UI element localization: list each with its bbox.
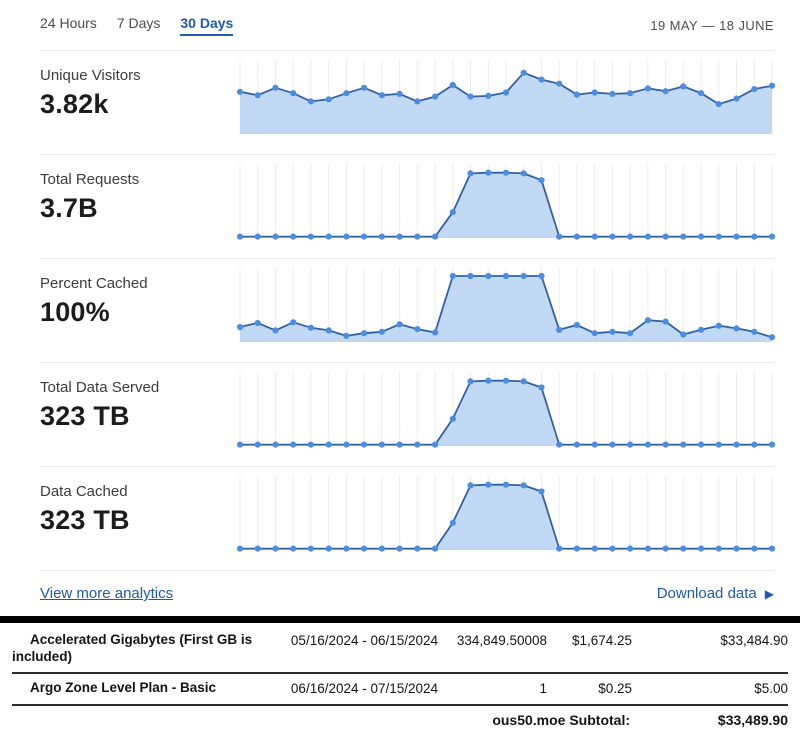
amount-cell: $5.00 [632, 680, 788, 698]
metric-row-unique-visitors: Unique Visitors 3.82k [40, 50, 774, 154]
analytics-panel: 24 Hours 7 Days 30 Days 19 MAY — 18 JUNE… [0, 0, 800, 616]
rate-cell: $1,674.25 [547, 632, 632, 650]
subtotal-label: ous50.moe Subtotal: [492, 712, 630, 728]
item-cell: Accelerated Gigabytes (First GB is inclu… [12, 632, 277, 666]
metric-value: 323 TB [40, 505, 236, 536]
tab-30-days[interactable]: 30 Days [180, 15, 233, 36]
download-data-label: Download data [657, 585, 757, 602]
metric-value: 323 TB [40, 401, 236, 432]
metric-row-data-cached: Data Cached 323 TB [40, 466, 774, 570]
metric-row-total-requests: Total Requests 3.7B [40, 154, 774, 258]
rate-cell: $0.25 [547, 680, 632, 698]
amount-cell: $33,484.90 [632, 632, 788, 650]
table-row: Argo Zone Level Plan - Basic 06/16/2024 … [12, 674, 788, 706]
metric-info: Data Cached 323 TB [40, 467, 236, 570]
subtotal-amount: $33,489.90 [630, 712, 788, 728]
tab-7-days[interactable]: 7 Days [117, 15, 161, 36]
metric-value: 100% [40, 297, 236, 328]
table-row: Accelerated Gigabytes (First GB is inclu… [12, 625, 788, 674]
time-range-header: 24 Hours 7 Days 30 Days 19 MAY — 18 JUNE [40, 0, 774, 50]
metric-value: 3.82k [40, 89, 236, 120]
metric-row-total-data-served: Total Data Served 323 TB [40, 362, 774, 466]
total-data-served-chart [236, 372, 776, 452]
section-divider-bar [0, 616, 800, 623]
metric-label: Percent Cached [40, 275, 236, 292]
period-cell: 06/16/2024 - 07/15/2024 [277, 680, 452, 698]
percent-cached-chart [236, 268, 776, 348]
metric-label: Unique Visitors [40, 67, 236, 84]
period-cell: 05/16/2024 - 06/15/2024 [277, 632, 452, 650]
date-range-label: 19 MAY — 18 JUNE [650, 18, 774, 33]
metric-label: Total Requests [40, 171, 236, 188]
quantity-cell: 1 [452, 680, 547, 698]
metric-info: Total Data Served 323 TB [40, 363, 236, 466]
metric-info: Total Requests 3.7B [40, 155, 236, 258]
metric-label: Data Cached [40, 483, 236, 500]
metric-info: Percent Cached 100% [40, 259, 236, 362]
item-cell: Argo Zone Level Plan - Basic [12, 680, 277, 697]
metric-row-percent-cached: Percent Cached 100% [40, 258, 774, 362]
play-triangle-icon: ▶ [765, 588, 774, 600]
billing-table: Accelerated Gigabytes (First GB is inclu… [0, 623, 800, 732]
download-data-link[interactable]: Download data ▶ [657, 585, 774, 602]
metric-info: Unique Visitors 3.82k [40, 51, 236, 154]
total-requests-chart [236, 164, 776, 244]
tab-24-hours[interactable]: 24 Hours [40, 15, 97, 36]
quantity-cell: 334,849.50008 [452, 632, 547, 650]
metric-label: Total Data Served [40, 379, 236, 396]
view-more-analytics-link[interactable]: View more analytics [40, 585, 173, 602]
time-range-tabs: 24 Hours 7 Days 30 Days [40, 15, 233, 36]
subtotal-row: ous50.moe Subtotal: $33,489.90 [12, 706, 788, 732]
data-cached-chart [236, 476, 776, 556]
unique-visitors-chart [236, 60, 776, 140]
metric-value: 3.7B [40, 193, 236, 224]
analytics-footer: View more analytics Download data ▶ [40, 570, 774, 616]
